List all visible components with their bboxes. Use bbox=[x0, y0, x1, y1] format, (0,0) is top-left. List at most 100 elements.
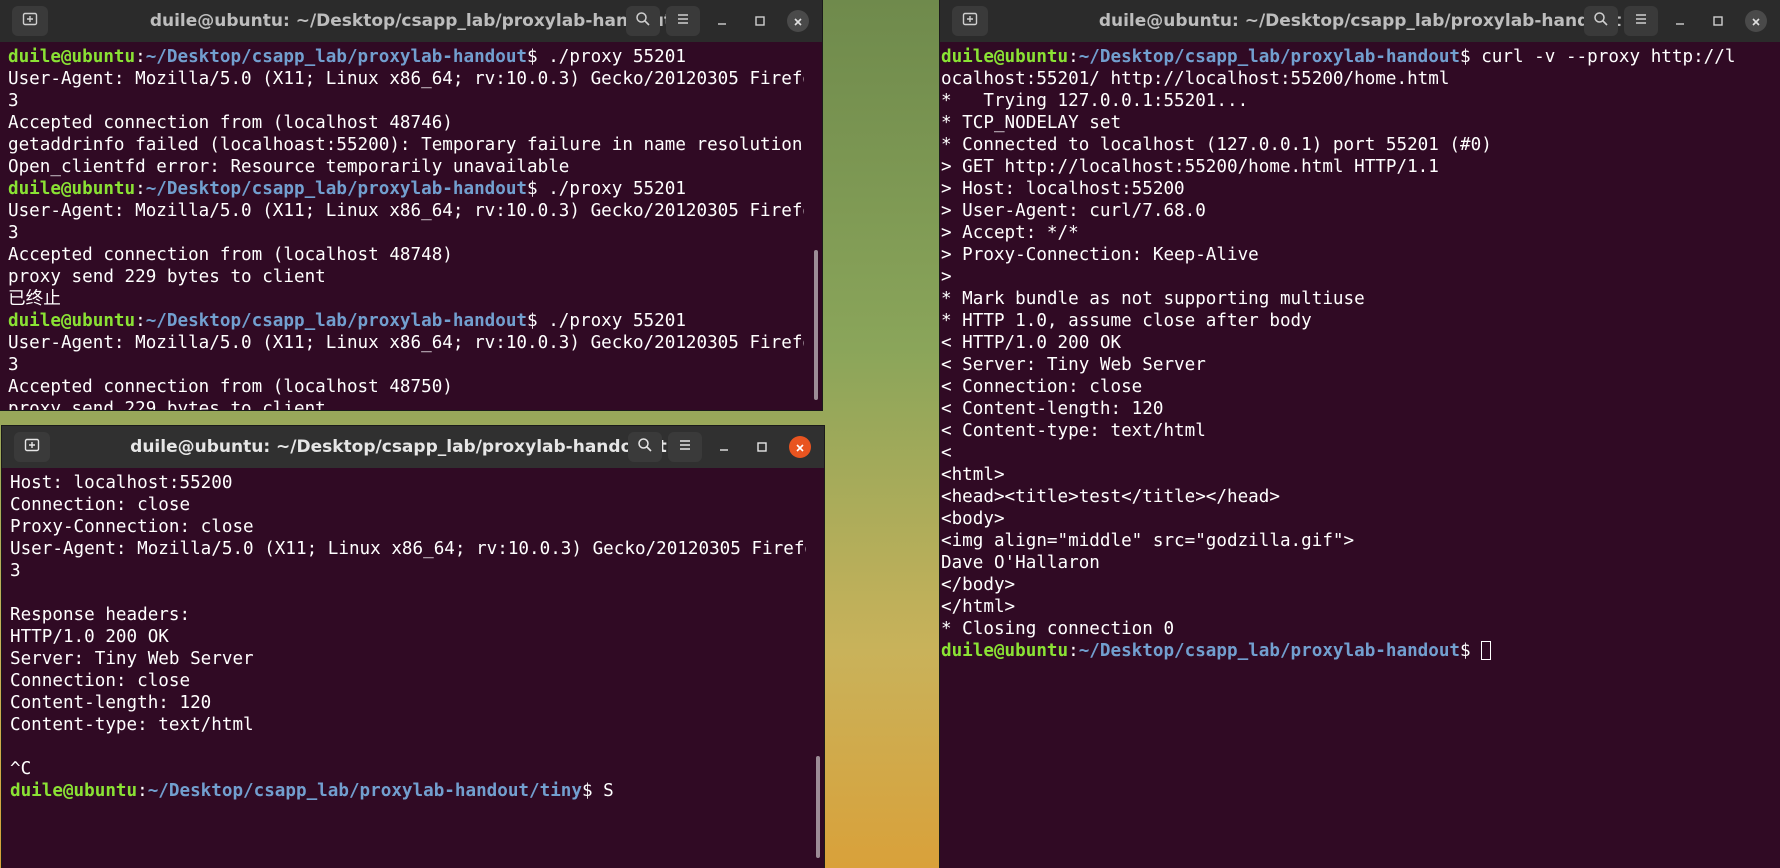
prompt-command: $ bbox=[1460, 641, 1482, 661]
output-line: < Server: Tiny Web Server bbox=[941, 355, 1206, 375]
maximize-button[interactable] bbox=[1702, 6, 1734, 36]
menu-button[interactable] bbox=[666, 6, 700, 36]
prompt-line: duile@ubuntu:~/Desktop/csapp_lab/proxyla… bbox=[941, 46, 1776, 68]
output-line: > bbox=[941, 267, 952, 287]
title-bar[interactable]: duile@ubuntu: ~/Desktop/csapp_lab/proxyl… bbox=[2, 426, 824, 468]
minimize-button[interactable] bbox=[1664, 6, 1696, 36]
title-bar[interactable]: duile@ubuntu: ~/Desktop/csapp_lab/proxyl… bbox=[940, 0, 1780, 42]
output-line: Open_clientfd error: Resource temporaril… bbox=[8, 157, 570, 177]
output-line: ocalhost:55201/ http://localhost:55200/h… bbox=[941, 69, 1450, 89]
close-icon bbox=[793, 12, 803, 31]
search-icon bbox=[1593, 11, 1609, 31]
output-line: * HTTP 1.0, assume close after body bbox=[941, 311, 1312, 331]
output-line: 已终止 bbox=[8, 289, 61, 309]
output-line: > Proxy-Connection: Keep-Alive bbox=[941, 245, 1259, 265]
output-line: </html> bbox=[941, 597, 1016, 617]
close-icon bbox=[1751, 12, 1761, 31]
scrollbar[interactable] bbox=[816, 756, 820, 858]
output-line: > User-Agent: curl/7.68.0 bbox=[941, 201, 1206, 221]
maximize-icon bbox=[1712, 12, 1724, 31]
new-tab-icon bbox=[962, 11, 978, 31]
menu-button[interactable] bbox=[668, 432, 702, 462]
output-line: <img align="middle" src="godzilla.gif"> bbox=[941, 531, 1355, 551]
prompt-user-host: duile@ubuntu bbox=[941, 641, 1069, 661]
terminal-window-tiny[interactable]: duile@ubuntu: ~/Desktop/csapp_lab/proxyl… bbox=[2, 426, 824, 868]
output-line: 3 bbox=[8, 223, 19, 243]
scrollbar[interactable] bbox=[814, 250, 818, 400]
output-line: <head><title>test</title></head> bbox=[941, 487, 1280, 507]
prompt-line: duile@ubuntu:~/Desktop/csapp_lab/proxyla… bbox=[941, 640, 1776, 662]
minimize-button[interactable] bbox=[708, 432, 740, 462]
search-button[interactable] bbox=[1584, 6, 1618, 36]
close-button[interactable] bbox=[782, 6, 814, 36]
output-line: < Content-length: 120 bbox=[941, 399, 1164, 419]
prompt-command: $ ./proxy 55201 bbox=[527, 311, 686, 331]
close-button[interactable] bbox=[784, 432, 816, 462]
output-line: Content-type: text/html bbox=[10, 715, 254, 735]
hamburger-menu-icon bbox=[675, 11, 691, 31]
output-line: Content-length: 120 bbox=[10, 693, 212, 713]
prompt-user-host: duile@ubuntu bbox=[10, 781, 138, 801]
prompt-path: ~/Desktop/csapp_lab/proxylab-handout/tin… bbox=[147, 781, 582, 801]
prompt-command: $ curl -v --proxy http://l bbox=[1460, 47, 1736, 67]
prompt-separator: : bbox=[1068, 47, 1079, 67]
output-line: > GET http://localhost:55200/home.html H… bbox=[941, 157, 1439, 177]
output-line: User-Agent: Mozilla/5.0 (X11; Linux x86_… bbox=[8, 333, 804, 353]
minimize-button[interactable] bbox=[706, 6, 738, 36]
output-line: Host: localhost:55200 bbox=[10, 473, 233, 493]
output-line: Accepted connection from (localhost 4874… bbox=[8, 113, 453, 133]
maximize-button[interactable] bbox=[744, 6, 776, 36]
terminal-window-proxy-top[interactable]: duile@ubuntu: ~/Desktop/csapp_lab/proxyl… bbox=[0, 0, 822, 410]
output-line: * Mark bundle as not supporting multiuse bbox=[941, 289, 1365, 309]
menu-button[interactable] bbox=[1624, 6, 1658, 36]
maximize-icon bbox=[754, 12, 766, 31]
output-line: User-Agent: Mozilla/5.0 (X11; Linux x86_… bbox=[8, 201, 804, 221]
prompt-user-host: duile@ubuntu bbox=[8, 311, 136, 331]
text-cursor bbox=[1481, 641, 1492, 660]
output-line: Accepted connection from (localhost 4874… bbox=[8, 245, 453, 265]
prompt-path: ~/Desktop/csapp_lab/proxylab-handout bbox=[1078, 47, 1461, 67]
search-icon bbox=[637, 437, 653, 457]
new-tab-button[interactable] bbox=[952, 6, 988, 36]
terminal-output[interactable]: duile@ubuntu:~/Desktop/csapp_lab/proxyla… bbox=[8, 46, 804, 410]
output-line: * Trying 127.0.0.1:55201... bbox=[941, 91, 1249, 111]
prompt-separator: : bbox=[135, 47, 146, 67]
output-line: * TCP_NODELAY set bbox=[941, 113, 1122, 133]
output-line: > Host: localhost:55200 bbox=[941, 179, 1185, 199]
close-button[interactable] bbox=[1740, 6, 1772, 36]
prompt-separator: : bbox=[135, 311, 146, 331]
prompt-separator: : bbox=[1068, 641, 1079, 661]
new-tab-button[interactable] bbox=[12, 6, 48, 36]
close-icon bbox=[795, 438, 805, 457]
output-line: 3 bbox=[10, 561, 21, 581]
hamburger-menu-icon bbox=[1633, 11, 1649, 31]
output-line: < HTTP/1.0 200 OK bbox=[941, 333, 1122, 353]
maximize-button[interactable] bbox=[746, 432, 778, 462]
output-line: Proxy-Connection: close bbox=[10, 517, 254, 537]
prompt-line: duile@ubuntu:~/Desktop/csapp_lab/proxyla… bbox=[10, 780, 806, 802]
output-line: HTTP/1.0 200 OK bbox=[10, 627, 169, 647]
terminal-output[interactable]: duile@ubuntu:~/Desktop/csapp_lab/proxyla… bbox=[941, 46, 1776, 868]
prompt-path: ~/Desktop/csapp_lab/proxylab-handout bbox=[145, 179, 528, 199]
prompt-line: duile@ubuntu:~/Desktop/csapp_lab/proxyla… bbox=[8, 46, 804, 68]
output-line: 3 bbox=[8, 91, 19, 111]
prompt-command: $ S bbox=[582, 781, 614, 801]
output-line: User-Agent: Mozilla/5.0 (X11; Linux x86_… bbox=[10, 539, 806, 559]
search-button[interactable] bbox=[628, 432, 662, 462]
new-tab-icon bbox=[22, 11, 38, 31]
minimize-icon bbox=[1674, 12, 1686, 31]
output-line: * Connected to localhost (127.0.0.1) por… bbox=[941, 135, 1492, 155]
title-bar[interactable]: duile@ubuntu: ~/Desktop/csapp_lab/proxyl… bbox=[0, 0, 822, 42]
terminal-window-curl[interactable]: duile@ubuntu: ~/Desktop/csapp_lab/proxyl… bbox=[940, 0, 1780, 868]
prompt-path: ~/Desktop/csapp_lab/proxylab-handout bbox=[145, 311, 528, 331]
output-line: < bbox=[941, 443, 952, 463]
new-tab-button[interactable] bbox=[14, 432, 50, 462]
new-tab-icon bbox=[24, 437, 40, 457]
terminal-output[interactable]: Host: localhost:55200 Connection: close Pr… bbox=[10, 472, 806, 868]
output-line: Connection: close bbox=[10, 495, 191, 515]
output-line: <html> bbox=[941, 465, 1005, 485]
prompt-user-host: duile@ubuntu bbox=[8, 47, 136, 67]
search-button[interactable] bbox=[626, 6, 660, 36]
hamburger-menu-icon bbox=[677, 437, 693, 457]
maximize-icon bbox=[756, 438, 768, 457]
